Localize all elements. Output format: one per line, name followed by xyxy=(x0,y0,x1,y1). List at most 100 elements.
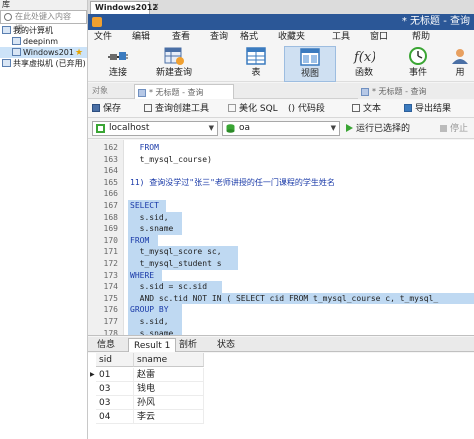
tab-info[interactable]: 信息 xyxy=(92,338,120,352)
code-line: 165 11) 查询没学过"张三"老师讲授的任一门课程的学生姓名 xyxy=(88,177,474,189)
computer-icon xyxy=(2,26,11,34)
connect-button[interactable]: 连接 xyxy=(92,46,144,82)
menu-window[interactable]: 窗口 xyxy=(370,30,388,44)
query-tab-second[interactable]: * 无标题 - 查询 xyxy=(358,84,474,99)
cell-sid[interactable]: 03 xyxy=(96,382,134,396)
user-label: 用 xyxy=(455,68,465,78)
code-text: AND sc.tid NOT IN ( SELECT cid FROM t_my… xyxy=(130,293,439,303)
window-title: * 无标题 - 查询 xyxy=(401,16,470,27)
menu-query[interactable]: 查询 xyxy=(210,30,228,44)
beautify-sql-button[interactable]: 美化 SQL xyxy=(228,100,278,118)
code-text: t_mysql_course) xyxy=(130,154,212,164)
save-button[interactable]: 保存 xyxy=(92,100,121,118)
query-tab-label: * 无标题 - 查询 xyxy=(372,87,427,96)
tree-item-label: 共享虚拟机 (已弃用) xyxy=(13,59,86,68)
tree-item-my-computer[interactable]: 我的计算机 xyxy=(0,25,87,36)
menu-view[interactable]: 查看 xyxy=(172,30,190,44)
tree-item-windows2012[interactable]: Windows201★ xyxy=(0,47,87,58)
code-line: 178 s.sname xyxy=(88,327,474,335)
cell-sname[interactable]: 赵雷 xyxy=(134,368,204,382)
function-icon: f(x) xyxy=(353,46,376,66)
vm-icon xyxy=(12,37,21,45)
code-line: 167 SELECT xyxy=(88,200,474,212)
text-button[interactable]: 文本 xyxy=(352,100,381,118)
code-line: 175 AND sc.tid NOT IN ( SELECT cid FROM … xyxy=(88,292,474,305)
server-select[interactable]: localhost ▼ xyxy=(92,121,218,136)
table-button[interactable]: 表 xyxy=(230,46,282,82)
cell-sname[interactable]: 钱电 xyxy=(134,382,204,396)
view-button[interactable]: 视图 xyxy=(284,46,336,82)
navicat-window: Windows2012 × * 无标题 - 查询 文件 编辑 查看 查询 格式 … xyxy=(88,0,474,439)
menu-file[interactable]: 文件 xyxy=(94,30,112,44)
cell-sid[interactable]: 01 xyxy=(96,368,134,382)
user-button[interactable]: 用 xyxy=(446,46,474,82)
tab-result-1[interactable]: Result 1 xyxy=(128,338,177,352)
table-row[interactable]: 04 李云 xyxy=(88,410,474,424)
event-label: 事件 xyxy=(408,68,427,78)
tree-item-label: deepinm xyxy=(23,37,59,46)
save-icon xyxy=(92,104,100,112)
code-line: 174 s.sid = sc.sid xyxy=(88,281,474,293)
column-header-sid[interactable]: sid xyxy=(96,353,134,367)
database-value: oa xyxy=(239,123,251,133)
tree-item-shared-vms[interactable]: 共享虚拟机 (已弃用) xyxy=(0,58,87,69)
builder-icon xyxy=(144,104,152,112)
line-number: 171 xyxy=(103,247,118,257)
query-icon xyxy=(361,88,369,96)
play-icon xyxy=(346,124,353,132)
column-header-sname[interactable]: sname xyxy=(134,353,204,367)
cell-sname[interactable]: 李云 xyxy=(134,410,204,424)
tree-item-label: Windows201 xyxy=(23,48,74,57)
connection-bar: localhost ▼ oa ▼ 运行已选择的 停止 xyxy=(88,119,474,139)
table-row[interactable]: ▶ 01 赵雷 xyxy=(88,368,474,382)
library-search-input[interactable]: 在此处键入内容进... xyxy=(0,10,87,33)
query-tab-active[interactable]: * 无标题 - 查询 xyxy=(134,84,234,99)
table-row[interactable]: 03 钱电 xyxy=(88,382,474,396)
line-number: 167 xyxy=(103,201,118,210)
close-icon[interactable]: × xyxy=(152,2,160,12)
tab-profile[interactable]: 剖析 xyxy=(174,338,202,352)
stop-button[interactable]: 停止 xyxy=(440,121,468,137)
code-line: 166 xyxy=(88,188,474,200)
stop-icon xyxy=(440,125,447,132)
cell-sid[interactable]: 03 xyxy=(96,396,134,410)
cell-sname[interactable]: 孙风 xyxy=(134,396,204,410)
table-label: 表 xyxy=(251,68,261,78)
beautify-label: 美化 SQL xyxy=(239,104,278,114)
save-label: 保存 xyxy=(103,104,122,114)
event-button[interactable]: 事件 xyxy=(392,46,444,82)
tree-item-deepinm[interactable]: deepinm xyxy=(0,36,87,47)
code-snippet-button[interactable]: () 代码段 xyxy=(288,100,325,118)
export-results-button[interactable]: 导出结果 xyxy=(404,100,451,118)
menu-tools[interactable]: 工具 xyxy=(332,30,350,44)
new-query-button[interactable]: 新建查询 xyxy=(144,46,204,82)
code-text: WHERE xyxy=(130,270,155,280)
database-select[interactable]: oa ▼ xyxy=(222,121,340,136)
builder-label: 查询创建工具 xyxy=(155,104,210,114)
run-selected-button[interactable]: 运行已选择的 xyxy=(346,121,410,137)
table-row[interactable]: 03 孙风 xyxy=(88,396,474,410)
code-text: FROM xyxy=(130,235,150,245)
vm-tab-windows2012[interactable]: Windows2012 xyxy=(90,1,158,14)
line-number: 166 xyxy=(103,189,118,199)
cell-sid[interactable]: 04 xyxy=(96,410,134,424)
line-number: 163 xyxy=(103,154,118,164)
query-tab-label: * 无标题 - 查询 xyxy=(149,88,204,97)
objects-tab[interactable]: 对象 xyxy=(92,83,108,99)
code-line: 172 t_mysql_student s xyxy=(88,258,474,270)
menu-favorites[interactable]: 收藏夹 xyxy=(278,30,305,44)
function-button[interactable]: f(x) 函数 xyxy=(338,46,390,82)
sql-editor[interactable]: 162 FROM 163 t_mysql_course) 164 165 11) 查询没… xyxy=(88,140,474,336)
menu-help[interactable]: 帮助 xyxy=(412,30,430,44)
code-line: 171 t_mysql_score sc, xyxy=(88,246,474,258)
tab-status[interactable]: 状态 xyxy=(212,338,240,352)
menu-edit[interactable]: 编辑 xyxy=(132,30,150,44)
menu-format[interactable]: 格式 xyxy=(240,30,258,44)
view-label: 视图 xyxy=(300,69,319,79)
code-line: 173 WHERE xyxy=(88,269,474,282)
chevron-down-icon: ▼ xyxy=(330,124,336,132)
app-icon xyxy=(92,17,102,27)
new-query-label: 新建查询 xyxy=(155,68,192,78)
server-value: localhost xyxy=(109,123,150,133)
query-builder-button[interactable]: 查询创建工具 xyxy=(144,100,209,118)
